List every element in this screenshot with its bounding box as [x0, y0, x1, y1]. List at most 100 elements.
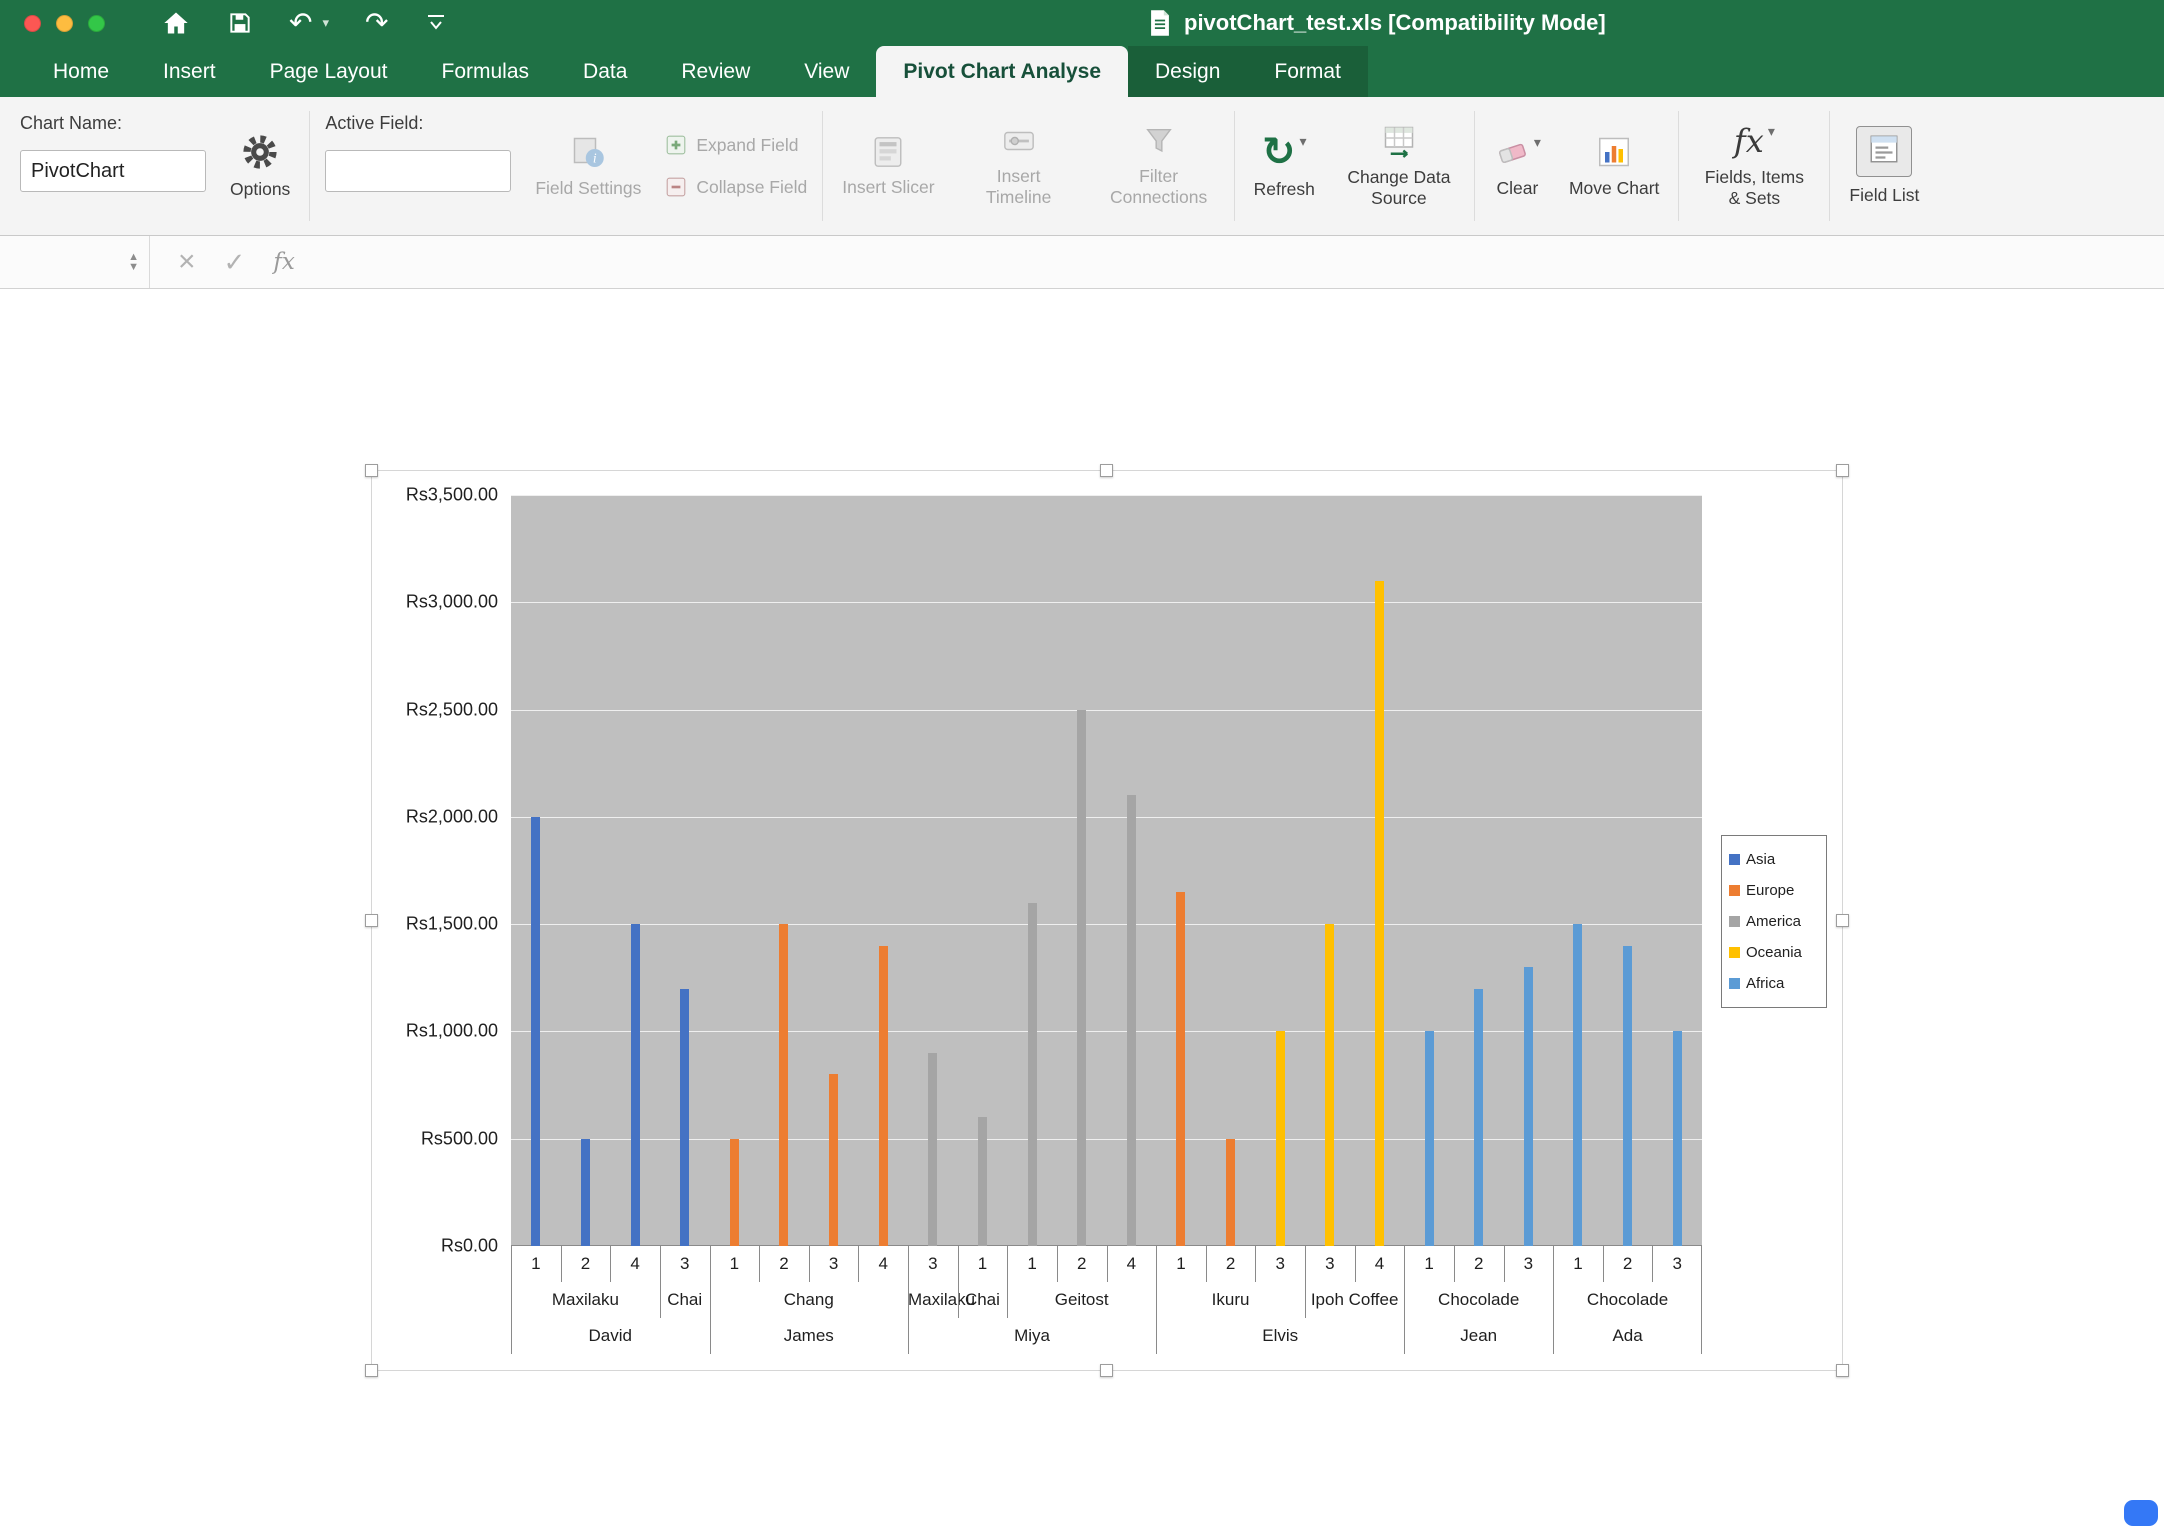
scroll-indicator[interactable]	[2124, 1500, 2158, 1526]
undo-caret-icon[interactable]: ▾	[322, 15, 329, 31]
insert-function-icon[interactable]: fx	[273, 249, 294, 275]
cancel-icon[interactable]: ×	[178, 247, 196, 277]
expand-field-button[interactable]: Expand Field	[665, 134, 807, 156]
bar-david-maxilaku-q2[interactable]	[581, 1139, 590, 1246]
bar-james-chang-q2[interactable]	[779, 924, 788, 1246]
tab-view[interactable]: View	[777, 46, 876, 97]
refresh-icon: ↻	[1262, 133, 1296, 171]
selection-handle-top-center[interactable]	[1100, 464, 1113, 477]
tab-pivot-chart-analyse[interactable]: Pivot Chart Analyse	[876, 46, 1128, 97]
refresh-button[interactable]: ↻ ▾ Refresh	[1240, 97, 1329, 235]
save-icon[interactable]	[227, 10, 253, 36]
selection-handle-top-right[interactable]	[1836, 464, 1849, 477]
bar-jean-chocolade-q1[interactable]	[1425, 1031, 1434, 1246]
legend-color-chip	[1729, 947, 1740, 958]
group-separator	[822, 111, 823, 221]
selection-handle-bottom-left[interactable]	[365, 1364, 378, 1377]
gridline	[511, 817, 1702, 818]
x-axis-person-label: James	[710, 1318, 909, 1354]
bar-david-maxilaku-q4[interactable]	[631, 924, 640, 1246]
group-separator	[1474, 111, 1475, 221]
tab-format[interactable]: Format	[1247, 46, 1368, 97]
collapse-field-button[interactable]: Collapse Field	[665, 176, 807, 198]
bar-miya-geitost-q4[interactable]	[1127, 795, 1136, 1246]
plot-area[interactable]	[511, 495, 1702, 1246]
bar-jean-chocolade-q3[interactable]	[1524, 967, 1533, 1246]
clear-button[interactable]: ▾ Clear	[1480, 97, 1555, 235]
minimize-button[interactable]	[56, 15, 73, 32]
selection-handle-bottom-right[interactable]	[1836, 1364, 1849, 1377]
bar-james-chang-q1[interactable]	[730, 1139, 739, 1246]
legend-item-asia[interactable]: Asia	[1729, 844, 1819, 875]
legend-item-africa[interactable]: Africa	[1729, 968, 1819, 999]
refresh-caret-icon[interactable]: ▾	[1300, 133, 1307, 150]
tab-design[interactable]: Design	[1128, 46, 1247, 97]
chart-legend[interactable]: AsiaEuropeAmerica Oceania Africa	[1721, 835, 1827, 1008]
formula-input[interactable]	[295, 236, 2164, 288]
bar-elvis-ikuru-q2[interactable]	[1226, 1139, 1235, 1246]
chart-name-input[interactable]	[20, 150, 206, 192]
move-chart-button[interactable]: Move Chart	[1555, 97, 1673, 235]
bar-elvis-ipoh-coffee-q4[interactable]	[1375, 581, 1384, 1246]
insert-timeline-button[interactable]: Insert Timeline	[949, 97, 1089, 235]
pivot-chart[interactable]: Rs0.00Rs500.00Rs1,000.00Rs1,500.00Rs2,00…	[371, 470, 1843, 1371]
selection-handle-top-left[interactable]	[365, 464, 378, 477]
selection-handle-middle-left[interactable]	[365, 914, 378, 927]
bar-david-maxilaku-q1[interactable]	[531, 817, 540, 1246]
title-bar: ↶ ▾ ↷ pivotChart_test.xls [Compatibility…	[0, 0, 2164, 46]
selection-handle-middle-right[interactable]	[1836, 914, 1849, 927]
tab-insert[interactable]: Insert	[136, 46, 243, 97]
legend-item-europe[interactable]: Europe	[1729, 875, 1819, 906]
active-field-label: Active Field:	[325, 113, 511, 134]
selection-handle-bottom-center[interactable]	[1100, 1364, 1113, 1377]
gear-icon	[241, 133, 279, 171]
bar-elvis-ikuru-q1[interactable]	[1176, 892, 1185, 1246]
undo-icon[interactable]: ↶	[289, 9, 312, 37]
field-settings-button[interactable]: i Field Settings	[521, 97, 655, 235]
legend-item-oceania[interactable]: Oceania	[1729, 937, 1819, 968]
change-data-source-button[interactable]: Change Data Source	[1329, 97, 1469, 235]
tab-formulas[interactable]: Formulas	[415, 46, 557, 97]
tab-review[interactable]: Review	[654, 46, 777, 97]
tab-home[interactable]: Home	[26, 46, 136, 97]
legend-label: Oceania	[1746, 944, 1802, 961]
bar-elvis-ipoh-coffee-q3[interactable]	[1325, 924, 1334, 1246]
bar-ada-chocolade-q1[interactable]	[1573, 924, 1582, 1246]
y-axis[interactable]: Rs0.00Rs500.00Rs1,000.00Rs1,500.00Rs2,00…	[372, 495, 498, 1246]
bar-miya-geitost-q2[interactable]	[1077, 710, 1086, 1246]
active-field-input[interactable]	[325, 150, 511, 192]
legend-item-america[interactable]: America	[1729, 906, 1819, 937]
bar-miya-geitost-q1[interactable]	[1028, 903, 1037, 1246]
bar-james-chang-q4[interactable]	[879, 946, 888, 1246]
home-icon[interactable]	[161, 9, 191, 37]
bar-ada-chocolade-q3[interactable]	[1673, 1031, 1682, 1246]
tab-data[interactable]: Data	[556, 46, 654, 97]
tab-page-layout[interactable]: Page Layout	[243, 46, 415, 97]
zoom-button[interactable]	[88, 15, 105, 32]
name-box-stepper[interactable]: ▲▼	[128, 252, 139, 272]
insert-slicer-button[interactable]: Insert Slicer	[828, 97, 948, 235]
x-axis-divider	[1701, 1246, 1702, 1354]
options-button[interactable]: Options	[216, 97, 304, 235]
enter-icon[interactable]: ✓	[224, 249, 246, 275]
close-button[interactable]	[24, 15, 41, 32]
field-list-button[interactable]: Field List	[1835, 97, 1933, 235]
x-axis-quarter-label: 1	[710, 1246, 760, 1282]
name-box[interactable]: ▲▼	[0, 236, 150, 288]
filter-connections-button[interactable]: Filter Connections	[1089, 97, 1229, 235]
ribbon-collapse-icon[interactable]	[424, 13, 448, 33]
bar-james-chang-q3[interactable]	[829, 1074, 838, 1246]
bar-miya-chai-q1[interactable]	[978, 1117, 987, 1246]
bar-miya-maxilaku-q3[interactable]	[928, 1053, 937, 1246]
bar-elvis-ikuru-q3[interactable]	[1276, 1031, 1285, 1246]
bar-david-chai-q3[interactable]	[680, 989, 689, 1246]
worksheet-area[interactable]: Rs0.00Rs500.00Rs1,000.00Rs1,500.00Rs2,00…	[0, 289, 2164, 1532]
clear-caret-icon[interactable]: ▾	[1534, 134, 1541, 151]
fields-items-sets-button[interactable]: fx ▾ Fields, Items & Sets	[1684, 97, 1824, 235]
x-axis[interactable]: 124Maxilaku3ChaiDavid1234ChangJames3Maxi…	[511, 1246, 1702, 1356]
fields-items-sets-caret-icon[interactable]: ▾	[1768, 123, 1775, 140]
redo-icon[interactable]: ↷	[365, 9, 388, 37]
x-axis-product-label: Maxilaku	[511, 1282, 660, 1318]
bar-jean-chocolade-q2[interactable]	[1474, 989, 1483, 1246]
bar-ada-chocolade-q2[interactable]	[1623, 946, 1632, 1246]
